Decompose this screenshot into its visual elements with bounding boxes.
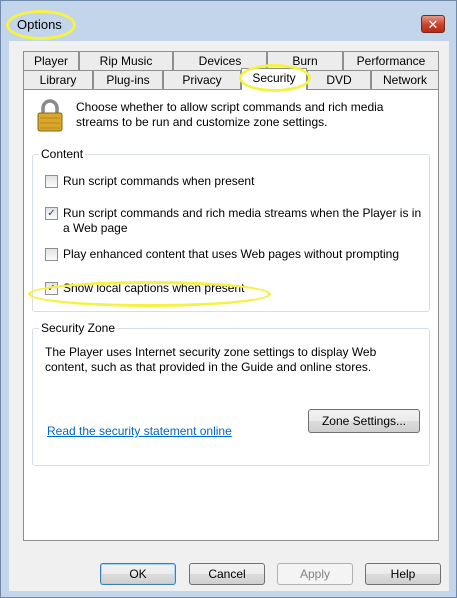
tab-privacy[interactable]: Privacy bbox=[163, 70, 241, 89]
caption-highlight-annotation bbox=[28, 281, 271, 307]
close-button[interactable]: ✕ bbox=[421, 15, 445, 33]
option-label: Run script commands and rich media strea… bbox=[63, 206, 422, 235]
security-zone-group: Security Zone The Player uses Internet s… bbox=[32, 321, 430, 466]
tab-label: Library bbox=[39, 73, 77, 87]
tab-library[interactable]: Library bbox=[23, 70, 93, 89]
close-icon: ✕ bbox=[427, 17, 439, 32]
title-bar[interactable]: Options ✕ bbox=[1, 1, 456, 41]
tab-label: Network bbox=[382, 73, 427, 87]
tab-label: DVD bbox=[326, 73, 352, 87]
tab-label: Player bbox=[33, 54, 68, 68]
tab-network[interactable]: Network bbox=[371, 70, 439, 89]
tab-label: Devices bbox=[198, 54, 242, 68]
ok-button[interactable]: OK bbox=[100, 563, 176, 585]
tab-dvd[interactable]: DVD bbox=[307, 70, 371, 89]
security-description: Choose whether to allow script commands … bbox=[76, 100, 384, 129]
tab-label: Plug-ins bbox=[106, 73, 150, 87]
option-label: Run script commands when present bbox=[63, 174, 255, 188]
tab-label: Performance bbox=[356, 54, 426, 68]
dialog-client-area: Player Rip Music Devices Burn Performanc… bbox=[9, 41, 449, 591]
help-button[interactable]: Help bbox=[365, 563, 441, 585]
title-highlight-annotation bbox=[6, 10, 76, 40]
cancel-button[interactable]: Cancel bbox=[189, 563, 265, 585]
content-group-legend: Content bbox=[39, 147, 86, 161]
lock-icon bbox=[36, 98, 64, 132]
tab-label: Rip Music bbox=[99, 54, 153, 68]
checkbox[interactable] bbox=[45, 248, 58, 261]
checkbox[interactable] bbox=[45, 175, 58, 188]
tab-rip-music[interactable]: Rip Music bbox=[79, 51, 173, 70]
checkbox[interactable]: ✓ bbox=[45, 207, 58, 220]
options-dialog: Options ✕ Player Rip Music Devices Burn … bbox=[0, 0, 457, 598]
apply-button[interactable]: Apply bbox=[277, 563, 353, 585]
tab-label: Privacy bbox=[182, 73, 222, 87]
tab-highlight-annotation bbox=[239, 64, 311, 92]
checkmark-icon: ✓ bbox=[47, 208, 56, 219]
security-zone-description: The Player uses Internet security zone s… bbox=[45, 345, 377, 374]
tab-plug-ins[interactable]: Plug-ins bbox=[93, 70, 163, 89]
security-statement-link[interactable]: Read the security statement online bbox=[47, 424, 232, 438]
zone-settings-button[interactable]: Zone Settings... bbox=[308, 409, 420, 433]
security-zone-legend: Security Zone bbox=[39, 321, 118, 335]
option-label: Play enhanced content that uses Web page… bbox=[63, 247, 399, 261]
security-tab-panel: Choose whether to allow script commands … bbox=[23, 89, 439, 541]
tab-player[interactable]: Player bbox=[23, 51, 79, 70]
tab-performance[interactable]: Performance bbox=[343, 51, 439, 70]
